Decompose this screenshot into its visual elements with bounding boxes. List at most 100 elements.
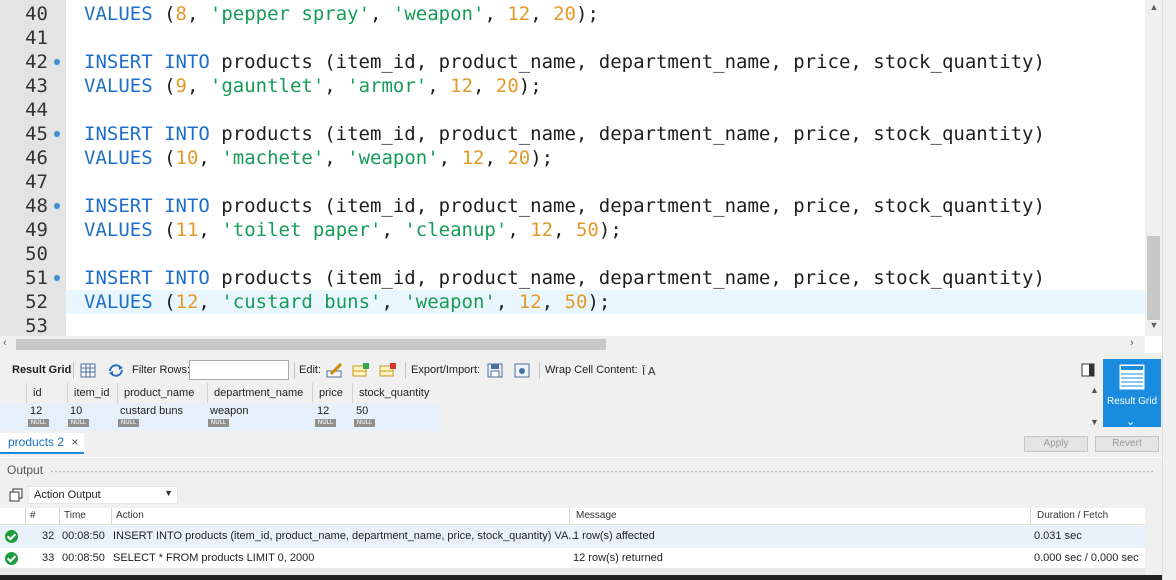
code-token: 'gauntlet' [209,75,325,97]
scroll-right-arrow-icon[interactable]: › [1130,337,1134,349]
table-cell[interactable]: 12 [317,405,329,417]
scroll-down-arrow-icon[interactable]: ▼ [1148,320,1160,332]
code-text[interactable]: VALUES (11, 'toilet paper', 'cleanup', 1… [84,218,622,242]
code-line[interactable]: 46 VALUES (10, 'machete', 'weapon', 12, 2… [0,146,1145,170]
copy-icon[interactable] [9,488,23,502]
table-cell: 0.031 sec [1034,530,1082,542]
chevron-down-icon[interactable]: ⌄ [1126,415,1135,428]
code-token: 11 [175,219,199,241]
table-row[interactable]: 32 00:08:50 INSERT INTO products (item_id,… [0,526,1145,548]
table-cell[interactable]: custard buns [120,405,183,417]
toolbar-separator [294,362,295,379]
output-panel: Output Action Output ▼ # Time Action Messag… [0,458,1162,580]
export-icon[interactable] [486,362,504,379]
column-header[interactable]: Action [116,510,144,521]
code-token: INSERT INTO [84,51,210,73]
code-token: 50 [575,219,599,241]
table-cell[interactable]: 12 [30,405,42,417]
null-badge: NULL [208,419,229,427]
editor-horizontal-scroll-thumb[interactable] [16,339,606,350]
code-text[interactable]: INSERT INTO products (item_id, product_n… [84,194,1045,218]
output-horizontal-scrollbar[interactable] [0,568,1145,575]
column-header[interactable]: id [26,383,67,403]
code-text[interactable]: VALUES (10, 'machete', 'weapon', 12, 20)… [84,146,553,170]
code-line[interactable]: 47 [0,170,1145,194]
add-row-icon[interactable] [352,362,370,379]
code-line[interactable]: 42 INSERT INTO products (item_id, product… [0,50,1145,74]
code-line[interactable]: 52 VALUES (12, 'custard buns', 'weapon', … [0,290,1145,314]
column-header[interactable]: department_name [207,383,312,403]
code-token: ); [587,291,611,313]
code-token: 12 [461,147,485,169]
code-token: , [473,75,496,97]
wrap-text-icon[interactable]: Ī A [639,362,657,379]
column-header[interactable]: price [312,383,352,403]
line-number: 49 [25,219,48,241]
result-grid[interactable]: id item_id product_name department_name pric… [0,383,440,431]
scroll-up-arrow-icon[interactable]: ▲ [1148,2,1160,14]
toggle-panel-icon[interactable] [1080,362,1096,379]
code-line[interactable]: 44 [0,98,1145,122]
code-text[interactable]: VALUES (12, 'custard buns', 'weapon', 12… [84,290,610,314]
code-line[interactable]: 40 VALUES (8, 'pepper spray', 'weapon', 1… [0,2,1145,26]
table-cell[interactable]: 50 [356,405,368,417]
column-header[interactable]: Time [64,510,86,521]
code-line[interactable]: 53 [0,314,1145,336]
scroll-left-arrow-icon[interactable]: ‹ [3,337,7,349]
code-text[interactable]: VALUES (9, 'gauntlet', 'armor', 12, 20); [84,74,542,98]
code-line[interactable]: 43 VALUES (9, 'gauntlet', 'armor', 12, 20… [0,74,1145,98]
code-text[interactable]: VALUES (8, 'pepper spray', 'weapon', 12,… [84,2,599,26]
refresh-icon[interactable] [107,362,125,379]
table-cell[interactable]: 10 [70,405,82,417]
column-header[interactable]: # [30,510,36,521]
code-line[interactable]: 49 VALUES (11, 'toilet paper', 'cleanup',… [0,218,1145,242]
import-icon[interactable] [513,362,531,379]
result-grid-label[interactable]: Result Grid [12,364,71,376]
apply-button[interactable]: Apply [1024,436,1088,452]
table-row[interactable]: 33 00:08:50 SELECT * FROM products LIMIT 0… [0,548,1145,570]
output-type-select[interactable]: Action Output ▼ [28,486,178,504]
column-header[interactable]: Message [576,510,617,521]
code-token: 8 [175,3,187,25]
column-header[interactable]: product_name [117,383,207,403]
code-token: , [507,219,531,241]
action-output-table[interactable]: # Time Action Message Duration / Fetch 32 00:… [0,508,1145,572]
close-icon[interactable]: × [71,435,78,449]
revert-button[interactable]: Revert [1095,436,1159,452]
table-row[interactable]: 12 NULL 10 NULL custard buns NULL weapon NULL 12… [0,403,440,431]
filter-rows-input[interactable] [189,360,289,380]
column-header[interactable]: item_id [67,383,117,403]
edit-row-icon[interactable] [326,362,344,379]
column-header[interactable]: Duration / Fetch [1037,510,1108,521]
line-number: 46 [25,147,48,169]
code-text[interactable]: INSERT INTO products (item_id, product_n… [84,122,1045,146]
editor-horizontal-scrollbar[interactable]: ‹ › [0,336,1145,353]
column-header[interactable]: stock_quantity [352,383,440,403]
code-line[interactable]: 48 INSERT INTO products (item_id, product… [0,194,1145,218]
code-text[interactable]: INSERT INTO products (item_id, product_n… [84,266,1045,290]
code-token: , [484,147,508,169]
table-cell[interactable]: weapon [210,405,249,417]
editor-vertical-scroll-thumb[interactable] [1147,236,1160,320]
code-token: 12 [450,75,474,97]
line-number: 40 [25,3,48,25]
statement-marker-icon [54,275,60,281]
code-line[interactable]: 45 INSERT INTO products (item_id, product… [0,122,1145,146]
chevron-down-icon[interactable]: ▼ [1090,417,1099,427]
code-token: products (item_id, product_name, departm… [209,123,1045,145]
grid-view-icon[interactable] [79,362,97,379]
tab-products-2[interactable]: products 2 × [0,433,84,454]
code-line[interactable]: 41 [0,26,1145,50]
code-line[interactable]: 51 INSERT INTO products (item_id, product… [0,266,1145,290]
line-number: 43 [25,75,48,97]
result-side-scrollbar[interactable]: ▲ ▼ [1088,383,1102,431]
result-grid-panel-button[interactable]: Result Grid ⌄ [1103,359,1161,428]
dropdown-arrow-icon[interactable]: ▼ [164,488,173,498]
sql-editor[interactable]: 40 VALUES (8, 'pepper spray', 'weapon', 1… [0,0,1176,336]
column-separator [59,508,60,525]
chevron-up-icon[interactable]: ▲ [1090,385,1099,395]
code-text[interactable]: INSERT INTO products (item_id, product_n… [84,50,1045,74]
code-line[interactable]: 50 [0,242,1145,266]
success-check-icon [5,530,18,543]
delete-row-icon[interactable] [379,362,397,379]
